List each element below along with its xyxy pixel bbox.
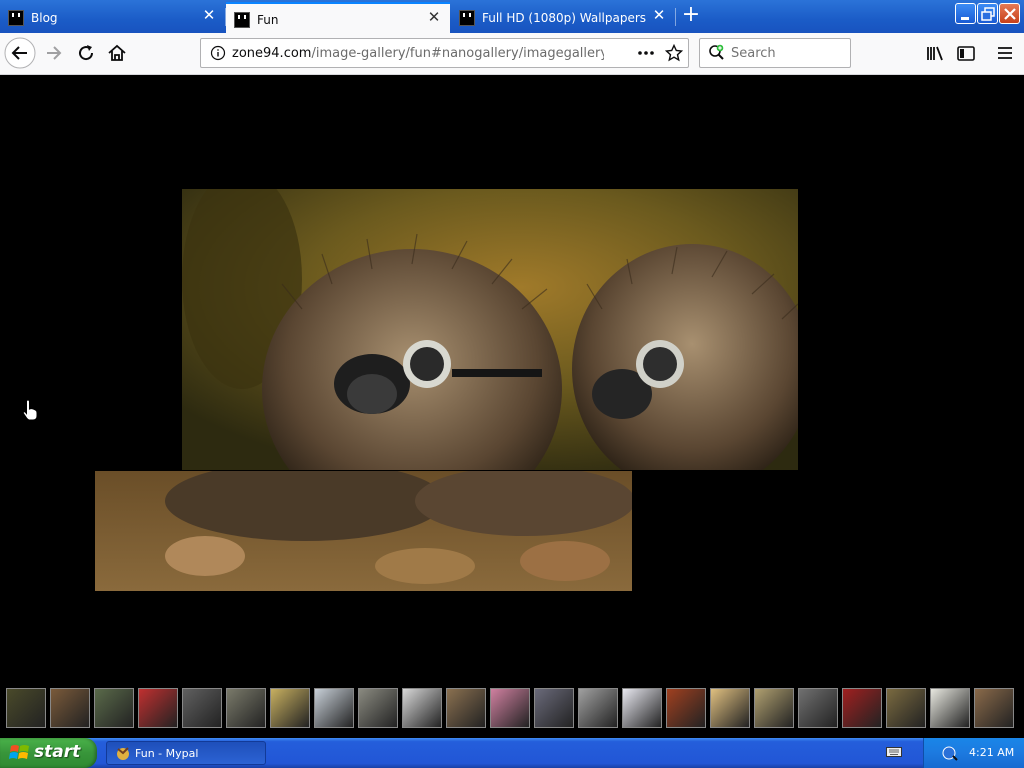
gallery-thumbnail[interactable] xyxy=(50,688,90,728)
taskbar: start Fun - Mypal 4:21 AM xyxy=(0,738,1024,768)
home-icon xyxy=(108,44,126,61)
gallery-thumbnail[interactable] xyxy=(930,688,970,728)
gallery-thumbnail[interactable] xyxy=(798,688,838,728)
gallery-thumbnail[interactable] xyxy=(358,688,398,728)
back-arrow-icon xyxy=(4,37,36,69)
menu-button[interactable] xyxy=(990,38,1020,68)
gallery-thumbnail[interactable] xyxy=(270,688,310,728)
network-icon[interactable] xyxy=(942,745,958,761)
thumbnail-strip xyxy=(6,688,1018,729)
window-close-button[interactable] xyxy=(999,3,1020,24)
hamburger-menu-icon xyxy=(998,47,1012,59)
tab-label: Full HD (1080p) Wallpapers xyxy=(482,11,647,25)
tab-strip: Blog ✕ Fun ✕ Full HD (1080p) Wallpapers … xyxy=(0,0,1024,33)
bookmark-star-icon[interactable] xyxy=(665,44,683,62)
sidebar-button[interactable] xyxy=(951,38,981,68)
search-placeholder: Search xyxy=(731,46,776,61)
gallery-thumbnail[interactable] xyxy=(182,688,222,728)
gallery-thumbnail[interactable] xyxy=(6,688,46,728)
hedgehogs-photo xyxy=(182,189,798,470)
site-favicon-icon xyxy=(459,10,475,26)
tab-close-icon[interactable]: ✕ xyxy=(426,9,442,25)
gallery-thumbnail[interactable] xyxy=(94,688,134,728)
gallery-thumbnail[interactable] xyxy=(402,688,442,728)
minimize-icon xyxy=(961,17,969,20)
gallery-thumbnail[interactable] xyxy=(578,688,618,728)
site-favicon-icon xyxy=(8,10,24,26)
gallery-thumbnail[interactable] xyxy=(314,688,354,728)
reload-icon xyxy=(79,45,94,61)
gallery-thumbnail[interactable] xyxy=(974,688,1014,728)
url-bar[interactable]: zone94.com/image-gallery/fun#nanogallery… xyxy=(200,38,689,68)
gallery-thumbnail[interactable] xyxy=(842,688,882,728)
url-path: /image-gallery/fun#nanogallery/imagegall… xyxy=(311,46,604,61)
sidebar-icon xyxy=(957,46,975,61)
gallery-thumbnail[interactable] xyxy=(226,688,266,728)
search-icon xyxy=(709,44,724,60)
library-icon xyxy=(927,46,943,61)
reload-button[interactable] xyxy=(71,38,101,68)
navigation-toolbar: zone94.com/image-gallery/fun#nanogallery… xyxy=(0,33,1024,75)
forward-button[interactable] xyxy=(39,38,69,68)
gallery-thumbnail[interactable] xyxy=(710,688,750,728)
tab-close-icon[interactable]: ✕ xyxy=(201,7,217,23)
gallery-thumbnail[interactable] xyxy=(754,688,794,728)
close-icon xyxy=(1004,8,1016,20)
tab-label: Blog xyxy=(31,11,58,25)
windows-logo-icon xyxy=(9,745,29,759)
leaves-photo xyxy=(95,471,632,591)
url-host: zone94.com xyxy=(232,46,312,61)
start-button[interactable]: start xyxy=(0,738,97,768)
tab-separator xyxy=(675,8,676,26)
url-text[interactable]: zone94.com/image-gallery/fun#nanogallery… xyxy=(232,46,604,61)
page-content xyxy=(0,75,1024,738)
tab-close-icon[interactable]: ✕ xyxy=(651,7,667,23)
system-tray: 4:21 AM xyxy=(923,738,1024,768)
taskbar-window-item[interactable]: Fun - Mypal xyxy=(106,741,266,765)
gallery-thumbnail[interactable] xyxy=(666,688,706,728)
back-button[interactable] xyxy=(4,37,36,69)
clock: 4:21 AM xyxy=(969,746,1015,759)
gallery-thumbnail[interactable] xyxy=(622,688,662,728)
tab-fun[interactable]: Fun ✕ xyxy=(226,2,450,33)
page-actions-icon[interactable] xyxy=(636,45,656,61)
gallery-thumbnail[interactable] xyxy=(534,688,574,728)
tab-blog[interactable]: Blog ✕ xyxy=(0,2,225,33)
info-icon[interactable] xyxy=(210,45,226,61)
tab-label: Fun xyxy=(257,13,279,27)
home-button[interactable] xyxy=(102,38,132,68)
restore-button[interactable] xyxy=(977,3,998,24)
tab-wallpapers[interactable]: Full HD (1080p) Wallpapers ✕ xyxy=(451,2,675,33)
keyboard-icon[interactable] xyxy=(886,746,902,758)
mypal-browser-icon xyxy=(117,747,129,760)
site-favicon-icon xyxy=(234,12,250,28)
search-box[interactable]: Search xyxy=(699,38,851,68)
start-label: start xyxy=(34,742,81,762)
new-tab-button[interactable]: + xyxy=(680,4,702,27)
gallery-main-image[interactable] xyxy=(182,189,798,470)
gallery-image-fragment xyxy=(95,471,632,591)
forward-arrow-icon xyxy=(47,46,62,60)
taskbar-window-label: Fun - Mypal xyxy=(135,747,199,760)
library-button[interactable] xyxy=(920,38,950,68)
gallery-thumbnail[interactable] xyxy=(446,688,486,728)
hand-cursor-icon xyxy=(22,399,38,421)
minimize-button[interactable] xyxy=(955,3,976,24)
restore-icon xyxy=(981,7,995,21)
gallery-thumbnail[interactable] xyxy=(886,688,926,728)
gallery-thumbnail[interactable] xyxy=(138,688,178,728)
gallery-thumbnail[interactable] xyxy=(490,688,530,728)
